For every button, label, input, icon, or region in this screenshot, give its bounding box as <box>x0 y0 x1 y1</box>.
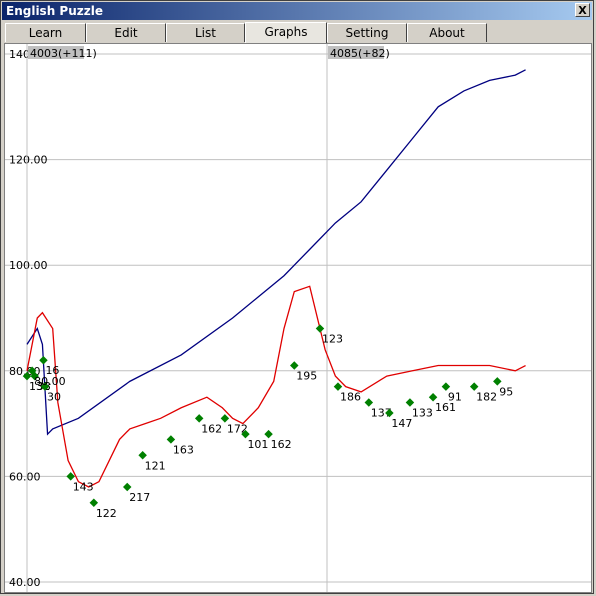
tab-setting[interactable]: Setting <box>327 23 407 42</box>
tab-about[interactable]: About <box>407 23 487 42</box>
cursor-label: 4003(+111) <box>30 47 97 60</box>
series-line-blue <box>26 69 526 436</box>
progress-chart[interactable]: 140.00120.00100.0080.0060.0040.004003(+1… <box>5 44 591 592</box>
y-tick-label: 40.00 <box>9 576 41 589</box>
point-label: 91 <box>448 391 462 404</box>
data-marker <box>138 451 147 460</box>
app-window: English Puzzle X Learn Edit List Graphs … <box>0 0 594 594</box>
data-marker <box>333 382 343 391</box>
point-label: 162 <box>201 422 222 435</box>
point-label: 182 <box>476 391 497 404</box>
title-bar: English Puzzle X <box>2 2 592 20</box>
data-marker <box>264 429 273 439</box>
data-marker <box>39 355 48 365</box>
y-tick-label: 60.00 <box>9 470 41 483</box>
point-label: 30 <box>47 391 61 404</box>
data-marker <box>166 435 176 444</box>
data-marker <box>89 498 99 508</box>
data-marker <box>315 324 325 333</box>
tab-edit[interactable]: Edit <box>86 23 166 42</box>
point-label: 186 <box>340 391 361 404</box>
tab-graphs[interactable]: Graphs <box>245 22 327 43</box>
series-line-red <box>26 285 526 488</box>
data-marker <box>122 482 132 492</box>
point-label: 163 <box>173 443 194 456</box>
point-label: 80.00 <box>34 375 66 388</box>
point-label: 147 <box>391 417 412 430</box>
close-button[interactable]: X <box>575 3 590 17</box>
point-label: 123 <box>322 333 343 346</box>
data-marker <box>493 377 502 386</box>
data-marker <box>405 398 415 407</box>
point-label: 133 <box>412 406 433 419</box>
point-label: 95 <box>499 385 513 398</box>
y-tick-label: 100.00 <box>9 259 48 272</box>
data-marker <box>66 472 75 481</box>
point-label: 121 <box>145 459 166 472</box>
point-label: 195 <box>296 370 317 383</box>
point-label: 101 <box>247 438 268 451</box>
graph-panel[interactable]: 140.00120.00100.0080.0060.0040.004003(+1… <box>4 43 592 593</box>
data-marker <box>290 361 299 370</box>
window-title: English Puzzle <box>6 4 103 18</box>
tab-learn[interactable]: Learn <box>5 23 86 42</box>
data-marker <box>469 382 479 391</box>
cursor-label: 4085(+82) <box>330 47 390 60</box>
point-label: 162 <box>271 438 292 451</box>
data-marker <box>220 414 230 423</box>
data-marker <box>441 382 451 391</box>
point-label: 122 <box>96 507 117 520</box>
data-marker <box>364 398 374 407</box>
y-tick-label: 120.00 <box>9 154 48 167</box>
point-label: 217 <box>129 491 150 504</box>
data-marker <box>428 392 438 402</box>
data-marker <box>194 414 204 423</box>
tab-list[interactable]: List <box>166 23 245 42</box>
point-label: 143 <box>73 480 94 493</box>
tab-strip: Learn Edit List Graphs Setting About <box>5 22 593 43</box>
